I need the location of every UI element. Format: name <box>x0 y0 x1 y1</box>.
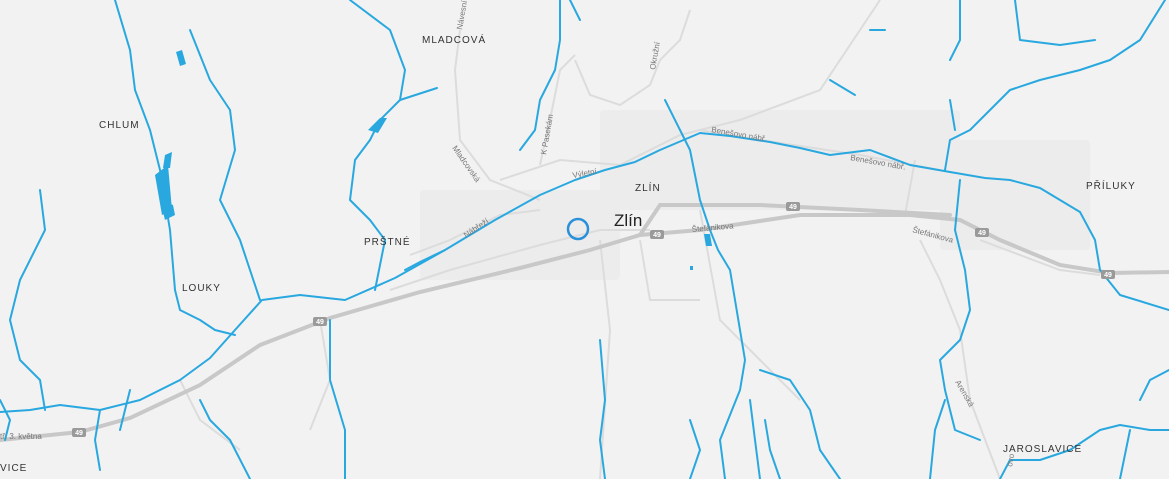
street-label-vyletni: Výletní <box>572 167 598 180</box>
street-label-arenska: Arenská <box>953 379 976 409</box>
svg-text:49: 49 <box>75 430 83 437</box>
street-label-stefanikova-1: Štefánikova <box>691 221 734 234</box>
place-label-priluky: PŘÍLUKY <box>1086 181 1136 192</box>
road-shield: 49 <box>1101 270 1115 279</box>
svg-text:49: 49 <box>789 204 797 211</box>
place-label-jaroslavice: JAROSLAVICE <box>1003 444 1083 455</box>
road-shield: 49 <box>786 202 800 211</box>
place-label-chlum: CHLUM <box>99 120 140 131</box>
street-label-k-pasekam: K Pasekám <box>539 113 555 155</box>
place-label-zlin-district: ZLÍN <box>635 183 661 194</box>
place-label-prstne: PRŠTNÉ <box>364 237 411 248</box>
svg-text:49: 49 <box>316 319 324 326</box>
map-view[interactable]: 49 49 49 49 49 49 Nábřeží Mladcovská K P… <box>0 0 1169 479</box>
road-shield: 49 <box>313 317 327 326</box>
street-label-trida-3-kvetna: tř. 3. května <box>0 432 42 441</box>
city-label-zlin: Zlín <box>614 211 643 230</box>
place-label-mladcova: MLADCOVÁ <box>422 35 487 46</box>
place-label-louky: LOUKY <box>182 283 221 294</box>
svg-text:49: 49 <box>653 232 661 239</box>
svg-text:49: 49 <box>1104 272 1112 279</box>
street-label-navesni: Návesní <box>455 0 469 30</box>
street-label-okruzni: Okružní <box>648 40 662 70</box>
svg-text:49: 49 <box>978 230 986 237</box>
road-shield: 49 <box>72 428 86 437</box>
place-label-partial: VICE <box>0 463 28 474</box>
map-canvas[interactable]: 49 49 49 49 49 49 Nábřeží Mladcovská K P… <box>0 0 1169 479</box>
road-shield: 49 <box>650 230 664 239</box>
road-shield: 49 <box>975 228 989 237</box>
